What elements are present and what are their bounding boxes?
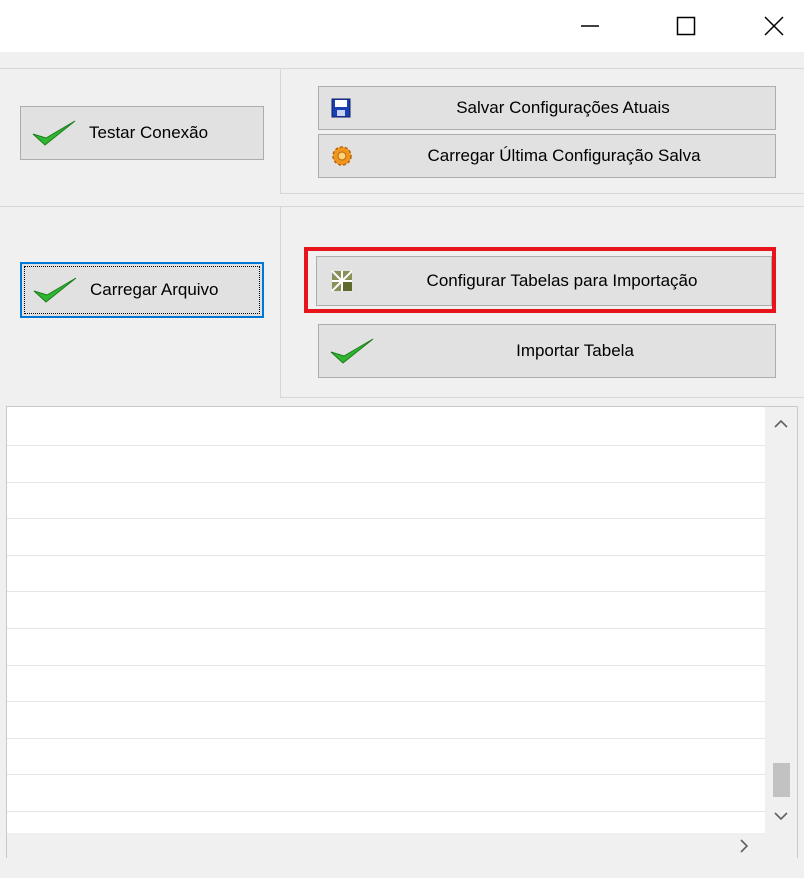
chevron-up-icon — [774, 419, 788, 428]
orange-gear-icon — [331, 145, 353, 167]
log-lines — [7, 407, 765, 833]
maximize-button[interactable] — [656, 0, 716, 52]
green-checkmark-icon — [31, 118, 77, 148]
scroll-up-arrow[interactable] — [765, 409, 797, 439]
save-config-label: Salvar Configurações Atuais — [456, 98, 670, 117]
import-table-label: Importar Tabela — [516, 341, 634, 360]
import-table-button[interactable]: Importar Tabela — [318, 324, 776, 378]
scroll-corner — [765, 833, 797, 859]
save-config-button[interactable]: Salvar Configurações Atuais — [318, 86, 776, 130]
log-row-separator — [7, 628, 765, 629]
status-strip — [0, 858, 804, 878]
chevron-right-icon — [740, 839, 749, 853]
title-bar — [0, 0, 804, 52]
load-last-config-button[interactable]: Carregar Última Configuração Salva — [318, 134, 776, 178]
log-row-separator — [7, 701, 765, 702]
close-button[interactable] — [744, 0, 804, 52]
log-row-separator — [7, 445, 765, 446]
configure-tables-label: Configurar Tabelas para Importação — [426, 271, 698, 290]
log-row-separator — [7, 774, 765, 775]
maximize-icon — [676, 16, 696, 36]
minimize-icon — [581, 25, 599, 27]
green-checkmark-icon — [32, 275, 78, 305]
floppy-disk-icon — [331, 98, 351, 118]
vertical-scrollbar[interactable] — [765, 407, 797, 833]
table-grid-icon — [331, 270, 353, 292]
log-row-separator — [7, 738, 765, 739]
log-row-separator — [7, 482, 765, 483]
log-row-separator — [7, 811, 765, 812]
test-connection-label: Testar Conexão — [89, 123, 209, 142]
log-list[interactable] — [6, 406, 798, 859]
minimize-button[interactable] — [560, 0, 620, 52]
vertical-scroll-thumb[interactable] — [773, 763, 790, 797]
chevron-down-icon — [774, 812, 788, 821]
load-last-config-label: Carregar Última Configuração Salva — [427, 146, 701, 165]
scroll-right-arrow[interactable] — [729, 833, 759, 859]
log-row-separator — [7, 591, 765, 592]
log-row-separator — [7, 665, 765, 666]
test-connection-button[interactable]: Testar Conexão — [20, 106, 264, 160]
close-icon — [764, 16, 784, 36]
log-row-separator — [7, 555, 765, 556]
load-file-label: Carregar Arquivo — [90, 280, 219, 299]
configure-tables-button[interactable]: Configurar Tabelas para Importação — [316, 256, 772, 306]
green-checkmark-icon — [329, 336, 375, 366]
scroll-down-arrow[interactable] — [765, 801, 797, 831]
log-row-separator — [7, 518, 765, 519]
load-file-button[interactable]: Carregar Arquivo — [20, 262, 264, 318]
horizontal-scrollbar[interactable] — [7, 833, 765, 859]
